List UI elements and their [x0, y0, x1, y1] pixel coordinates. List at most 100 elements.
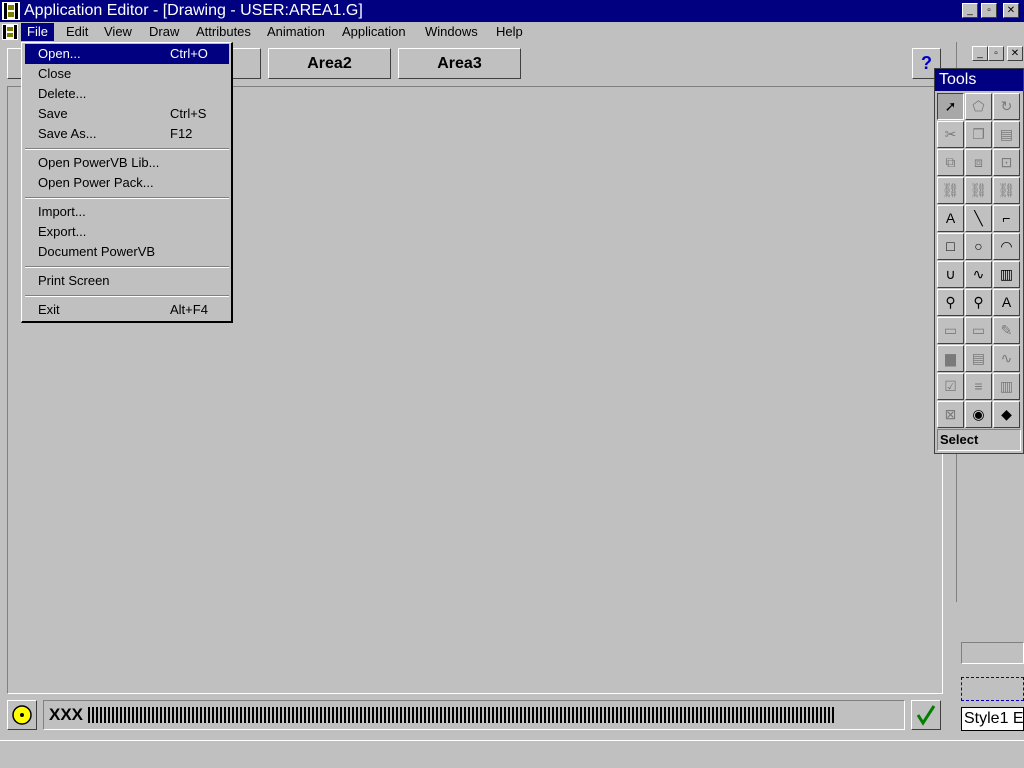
list-icon[interactable]: ≡: [965, 373, 992, 400]
status-text: XXX: [49, 705, 84, 724]
copy-icon[interactable]: ❐: [965, 121, 992, 148]
filmstrip-icon[interactable]: ▤: [965, 345, 992, 372]
ok-button-icon[interactable]: ☑: [937, 373, 964, 400]
menu-separator: [25, 197, 229, 199]
menu-item-label: Save As...: [38, 126, 97, 141]
menu-application[interactable]: Application: [336, 23, 412, 41]
chart-icon[interactable]: ▥: [993, 261, 1020, 288]
menu-item-accel: F12: [170, 126, 193, 141]
area2-tab[interactable]: Area2: [268, 48, 391, 79]
text-icon[interactable]: A: [937, 205, 964, 232]
menu-edit[interactable]: Edit: [60, 23, 94, 41]
app-film-icon[interactable]: [2, 2, 20, 20]
menu-item-open[interactable]: Open... Ctrl+O: [25, 44, 229, 64]
menu-file[interactable]: File: [21, 23, 54, 41]
link-1-icon[interactable]: ⛓: [937, 177, 964, 204]
text-field-icon[interactable]: ▭: [937, 317, 964, 344]
menu-item-close[interactable]: Close: [25, 64, 229, 84]
status-coin-icon[interactable]: [7, 700, 37, 730]
mdi-minimize-button[interactable]: _: [972, 46, 988, 61]
area3-tab[interactable]: Area3: [398, 48, 521, 79]
polyline-icon[interactable]: ⌐: [993, 205, 1020, 232]
status-tick-bar: [88, 707, 834, 723]
menu-item-label: Print Screen: [38, 273, 110, 288]
fill-style-icon[interactable]: ⚲: [965, 289, 992, 316]
ellipse-icon[interactable]: ○: [965, 233, 992, 260]
file-menu: Open... Ctrl+O Close Delete... Save Ctrl…: [21, 42, 233, 323]
menu-item-save[interactable]: Save Ctrl+S: [25, 104, 229, 124]
menu-draw[interactable]: Draw: [143, 23, 185, 41]
menu-item-label: Close: [38, 66, 72, 81]
rotate-icon[interactable]: ↻: [993, 93, 1020, 120]
menu-item-save-as[interactable]: Save As... F12: [25, 124, 229, 144]
link-3-icon[interactable]: ⛓: [993, 177, 1020, 204]
document-film-icon[interactable]: [2, 24, 18, 40]
tools-title[interactable]: Tools: [935, 69, 1023, 91]
menu-separator: [25, 148, 229, 150]
arrange-icon[interactable]: ⊡: [993, 149, 1020, 176]
menu-view[interactable]: View: [98, 23, 138, 41]
variable-icon[interactable]: ⊠: [937, 401, 964, 428]
menu-item-open-power-pack[interactable]: Open Power Pack...: [25, 173, 229, 193]
menu-item-label: Import...: [38, 204, 86, 219]
line-icon[interactable]: ╲: [965, 205, 992, 232]
menu-animation[interactable]: Animation: [261, 23, 331, 41]
right-dashed-field[interactable]: [961, 677, 1024, 701]
camera-icon[interactable]: ◉: [965, 401, 992, 428]
group-icon[interactable]: ⧉: [937, 149, 964, 176]
menu-item-label: Open...: [38, 46, 81, 61]
menu-item-delete[interactable]: Delete...: [25, 84, 229, 104]
arc-icon[interactable]: ◠: [993, 233, 1020, 260]
menu-item-label: Open PowerVB Lib...: [38, 155, 160, 170]
restore-button[interactable]: ▫: [981, 3, 997, 18]
menu-item-label: Export...: [38, 224, 87, 239]
menu-item-label: Open Power Pack...: [38, 175, 154, 190]
check-button[interactable]: [911, 700, 941, 730]
eraser-icon[interactable]: ◆: [993, 401, 1020, 428]
menu-item-document-powervb[interactable]: Document PowerVB: [25, 242, 229, 262]
menu-bar: File Edit View Draw Attributes Animation…: [0, 22, 1024, 61]
ungroup-icon[interactable]: ⧈: [965, 149, 992, 176]
spline-icon[interactable]: ∿: [965, 261, 992, 288]
status-field: XXX: [43, 700, 905, 730]
tools-palette: Tools ➚ ⬠ ↻ ✂ ❐ ▤ ⧉ ⧈ ⊡ ⛓ ⛓ ⛓ A ╲ ⌐ □ ○ ◠ ∪ ∿ ▥ ⚲ ⚲ A ▭ ▭ ✎ ▆ ▤ ∿ ☑ ≡ ▥ ⊠…: [934, 68, 1024, 454]
slider-icon[interactable]: ▥: [993, 373, 1020, 400]
menu-separator: [25, 295, 229, 297]
select-arrow-icon[interactable]: ➚: [937, 93, 964, 120]
title-bar: Application Editor - [Drawing - USER:ARE…: [0, 0, 1024, 22]
menu-item-open-powervb-lib[interactable]: Open PowerVB Lib...: [25, 153, 229, 173]
menu-item-label: Save: [38, 106, 68, 121]
menu-item-print-screen[interactable]: Print Screen: [25, 271, 229, 291]
menu-item-import[interactable]: Import...: [25, 202, 229, 222]
menu-item-export[interactable]: Export...: [25, 222, 229, 242]
line-style-icon[interactable]: ⚲: [937, 289, 964, 316]
reshape-icon[interactable]: ⬠: [965, 93, 992, 120]
rectangle-icon[interactable]: □: [937, 233, 964, 260]
menu-windows[interactable]: Windows: [419, 23, 484, 41]
curve-icon[interactable]: ∪: [937, 261, 964, 288]
text-style-icon[interactable]: A: [993, 289, 1020, 316]
paste-icon[interactable]: ▤: [993, 121, 1020, 148]
menu-item-label: Exit: [38, 302, 60, 317]
right-property-field[interactable]: [961, 642, 1024, 664]
menu-attributes[interactable]: Attributes: [190, 23, 257, 41]
trend-icon[interactable]: ∿: [993, 345, 1020, 372]
menu-item-exit[interactable]: Exit Alt+F4: [25, 300, 229, 320]
input-field-icon[interactable]: ▭: [965, 317, 992, 344]
tools-status: Select: [937, 429, 1021, 451]
style-field[interactable]: Style1 E: [961, 707, 1024, 731]
mdi-restore-button[interactable]: ▫: [988, 46, 1004, 61]
menu-item-label: Document PowerVB: [38, 244, 156, 259]
bar-graph-icon[interactable]: ▆: [937, 345, 964, 372]
pen-icon[interactable]: ✎: [993, 317, 1020, 344]
close-button[interactable]: ✕: [1003, 3, 1019, 18]
link-2-icon[interactable]: ⛓: [965, 177, 992, 204]
mdi-close-button[interactable]: ✕: [1007, 46, 1023, 61]
window-title: Application Editor - [Drawing - USER:ARE…: [24, 2, 363, 19]
cut-icon[interactable]: ✂: [937, 121, 964, 148]
menu-item-accel: Ctrl+O: [170, 46, 208, 61]
minimize-button[interactable]: _: [962, 3, 978, 18]
bottom-strip: [0, 740, 1024, 768]
menu-item-accel: Ctrl+S: [170, 106, 207, 121]
menu-help[interactable]: Help: [490, 23, 529, 41]
